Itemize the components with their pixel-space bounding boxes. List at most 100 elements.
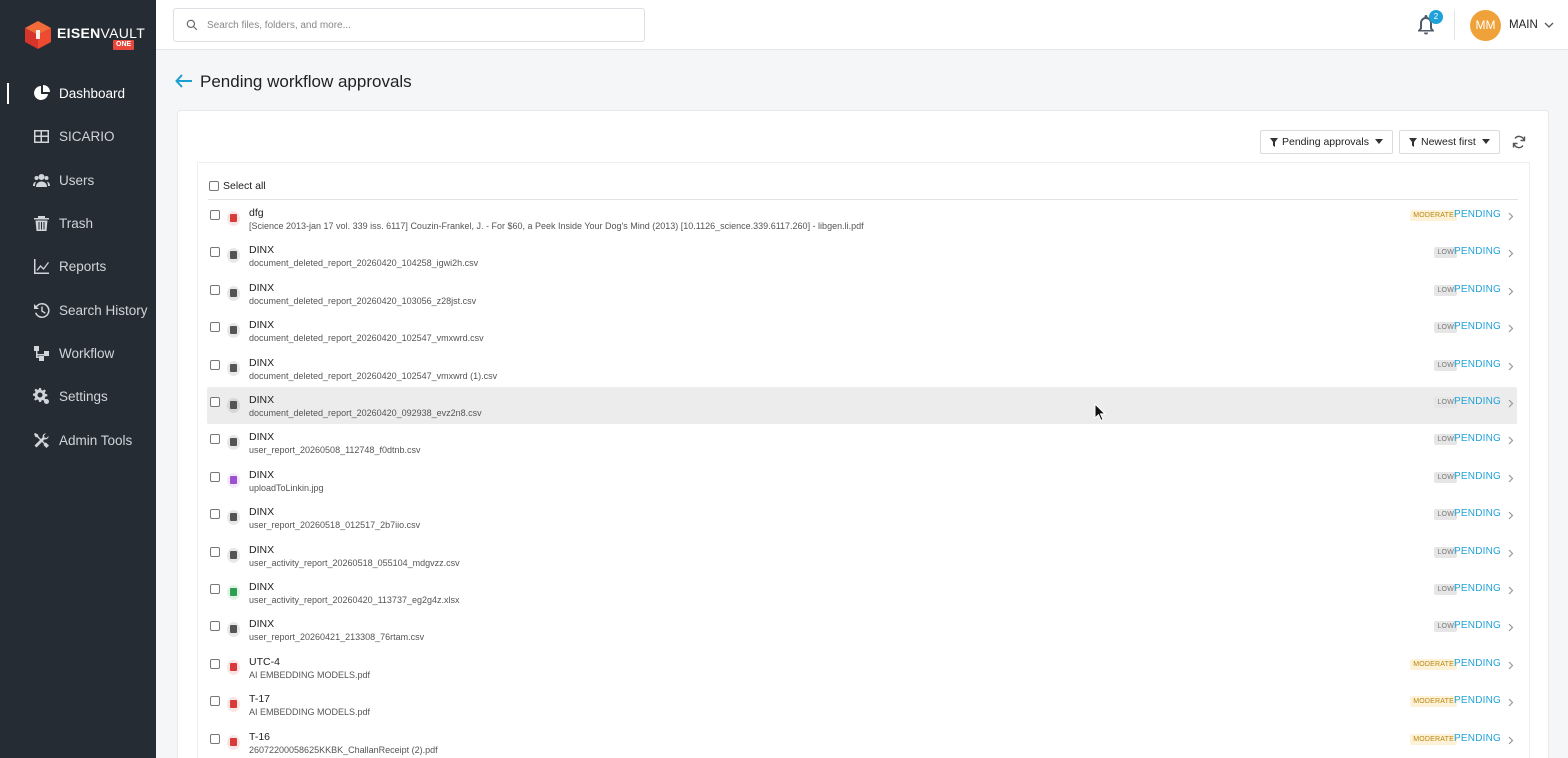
chevron-right-icon[interactable] [1508, 399, 1514, 408]
table-row[interactable]: T-16 26072200058625KKBK_ChallanReceipt (2… [207, 724, 1517, 758]
sidebar-item-trash[interactable]: Trash [0, 202, 156, 245]
sidebar-item-settings[interactable]: Settings [0, 375, 156, 418]
csv-file-icon [227, 360, 240, 376]
logo-sub-badge: ONE [113, 40, 135, 50]
file-name: user_activity_report_20260518_055104_mdg… [249, 557, 460, 568]
sidebar-item-users[interactable]: Users [0, 159, 156, 202]
status-badge: PENDING [1454, 433, 1501, 445]
table-row[interactable]: UTC-4 AI EMBEDDING MODELS.pdf MODERATE PEND… [207, 649, 1517, 686]
pdf-icon [227, 659, 240, 675]
row-checkbox[interactable] [210, 471, 220, 482]
table-row[interactable]: DINX document_deleted_report_20260420_092… [207, 387, 1517, 425]
row-checkbox[interactable] [210, 210, 220, 220]
pie-chart-icon [34, 85, 50, 101]
chevron-right-icon[interactable] [1508, 474, 1514, 483]
table-row[interactable]: DINX document_deleted_report_20260420_103… [207, 275, 1517, 312]
tools-icon [34, 432, 49, 448]
workflow-icon [34, 345, 49, 361]
sidebar-item-workflow[interactable]: Workflow [0, 332, 156, 375]
row-checkbox[interactable] [210, 584, 220, 594]
chevron-down-icon[interactable] [1544, 20, 1554, 30]
row-checkbox[interactable] [210, 284, 220, 295]
workflow-title: DINX [249, 618, 275, 631]
workflow-title: DINX [249, 244, 275, 257]
csv-file-icon [227, 547, 240, 563]
chevron-right-icon[interactable] [1508, 324, 1514, 333]
row-checkbox[interactable] [210, 733, 220, 744]
refresh-icon[interactable] [1512, 135, 1526, 149]
history-icon [34, 302, 50, 318]
users-icon [33, 173, 50, 187]
pdf-icon [227, 697, 240, 713]
sort-dropdown[interactable]: Newest first [1399, 130, 1500, 154]
row-checkbox[interactable] [210, 322, 220, 333]
topbar-divider [1454, 10, 1455, 40]
row-checkbox[interactable] [210, 509, 220, 520]
table-row[interactable]: dfg [Science 2013-jan 17 vol. 339 iss. 61… [207, 200, 1517, 237]
status-badge: PENDING [1454, 321, 1501, 333]
chevron-right-icon[interactable] [1508, 736, 1514, 745]
chevron-right-icon[interactable] [1508, 661, 1514, 670]
chevron-right-icon[interactable] [1508, 212, 1514, 221]
priority-badge: MODERATE [1410, 696, 1457, 708]
status-badge: PENDING [1454, 657, 1501, 669]
table-row[interactable]: DINX document_deleted_report_20260420_102… [207, 350, 1517, 387]
select-all-checkbox[interactable] [209, 181, 219, 191]
workflow-title: DINX [249, 506, 275, 519]
caret-down-icon [1481, 139, 1490, 144]
sidebar-item-dashboard[interactable]: Dashboard [0, 72, 156, 115]
chevron-right-icon[interactable] [1508, 436, 1514, 445]
chevron-right-icon[interactable] [1508, 249, 1514, 258]
row-checkbox[interactable] [210, 546, 220, 557]
workflow-title: T-16 [249, 730, 271, 743]
avatar[interactable]: MM [1470, 10, 1501, 41]
table-row[interactable]: DINX user_report_20260421_213308_76rtam.c… [207, 611, 1517, 648]
search-input[interactable] [207, 19, 627, 31]
status-badge: PENDING [1454, 695, 1501, 707]
logo-cube-icon [25, 21, 51, 49]
status-badge: PENDING [1454, 732, 1501, 744]
row-checkbox[interactable] [210, 658, 220, 669]
row-checkbox[interactable] [210, 359, 220, 370]
search-box[interactable] [173, 8, 645, 42]
table-row[interactable]: T-17 AI EMBEDDING MODELS.pdf MODERATE PENDI… [207, 686, 1517, 723]
sidebar-item-admin-tools[interactable]: Admin Tools [0, 418, 156, 461]
sidebar-item-reports[interactable]: Reports [0, 245, 156, 288]
chevron-right-icon[interactable] [1508, 511, 1514, 520]
table-row[interactable]: DINX user_report_20260508_112748_f0dtnb.c… [207, 424, 1517, 461]
status-filter-dropdown[interactable]: Pending approvals [1260, 130, 1393, 154]
user-name[interactable]: MAIN [1509, 19, 1538, 31]
chevron-right-icon[interactable] [1508, 698, 1514, 707]
page-title: Pending workflow approvals [200, 72, 412, 91]
row-checkbox[interactable] [210, 397, 220, 407]
chevron-right-icon[interactable] [1508, 623, 1514, 632]
row-checkbox[interactable] [210, 434, 220, 445]
table-row[interactable]: DINX document_deleted_report_20260420_102… [207, 312, 1517, 349]
filter-icon [1409, 137, 1417, 147]
select-all[interactable]: Select all [209, 180, 266, 192]
sidebar-item-search-history[interactable]: Search History [0, 288, 156, 331]
chevron-right-icon[interactable] [1508, 549, 1514, 558]
file-name: user_report_20260508_112748_f0dtnb.csv [249, 445, 421, 456]
sidebar-item-sicario[interactable]: SICARIO [0, 115, 156, 158]
row-checkbox[interactable] [210, 696, 220, 707]
logo-text: EISENVAULT [57, 25, 146, 41]
back-arrow-icon[interactable] [175, 73, 193, 89]
status-badge: PENDING [1454, 246, 1501, 258]
row-checkbox[interactable] [210, 621, 220, 632]
priority-badge: MODERATE [1410, 210, 1457, 221]
grid-icon [34, 130, 49, 144]
chevron-right-icon[interactable] [1508, 586, 1514, 595]
chevron-right-icon[interactable] [1508, 287, 1514, 296]
workflow-title: T-17 [249, 693, 271, 706]
chevron-right-icon[interactable] [1508, 362, 1514, 371]
table-row[interactable]: DINX document_deleted_report_20260420_104… [207, 237, 1517, 274]
table-row[interactable]: DINX user_activity_report_20260518_055104… [207, 537, 1517, 574]
table-row[interactable]: DINX user_activity_report_20260420_113737… [207, 574, 1517, 611]
table-row[interactable]: DINX uploadToLinkin.jpg LOW PENDING [207, 462, 1517, 499]
notification-count-badge: 2 [1429, 10, 1443, 24]
row-checkbox[interactable] [210, 247, 220, 258]
priority-badge: MODERATE [1410, 733, 1457, 745]
csv-file-icon [227, 248, 240, 264]
table-row[interactable]: DINX user_report_20260518_012517_2b7iio.c… [207, 499, 1517, 536]
